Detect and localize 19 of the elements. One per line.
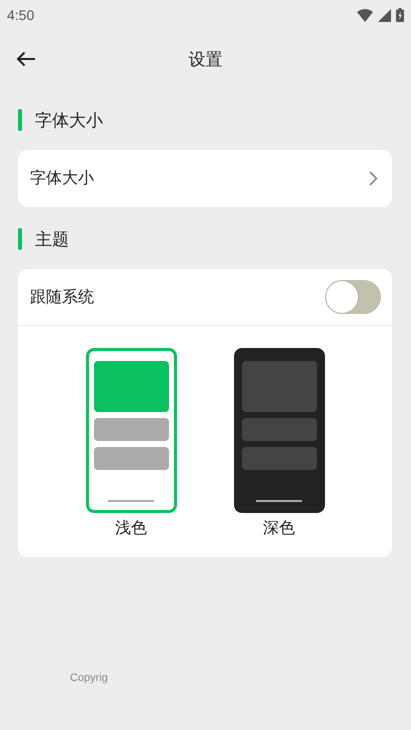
section-marker — [18, 109, 22, 131]
battery-icon — [396, 8, 404, 22]
section-marker — [18, 228, 22, 250]
theme-label: 浅色 — [115, 518, 147, 539]
follow-system-label: 跟随系统 — [30, 286, 94, 308]
copyright-text: Copyrig — [70, 672, 108, 684]
font-size-row[interactable]: 字体大小 — [18, 150, 392, 207]
status-time: 4:50 — [7, 7, 34, 23]
theme-label: 深色 — [263, 518, 295, 539]
wifi-icon — [357, 8, 373, 22]
chevron-right-icon — [369, 171, 378, 186]
section-title: 主题 — [35, 228, 69, 250]
section-title: 字体大小 — [35, 110, 103, 132]
follow-system-switch[interactable] — [325, 280, 381, 314]
page-title: 设置 — [188, 48, 222, 70]
back-button[interactable] — [14, 49, 38, 69]
light-theme-preview[interactable] — [86, 348, 176, 513]
dark-theme-preview[interactable] — [234, 348, 324, 513]
signal-icon — [378, 8, 391, 22]
